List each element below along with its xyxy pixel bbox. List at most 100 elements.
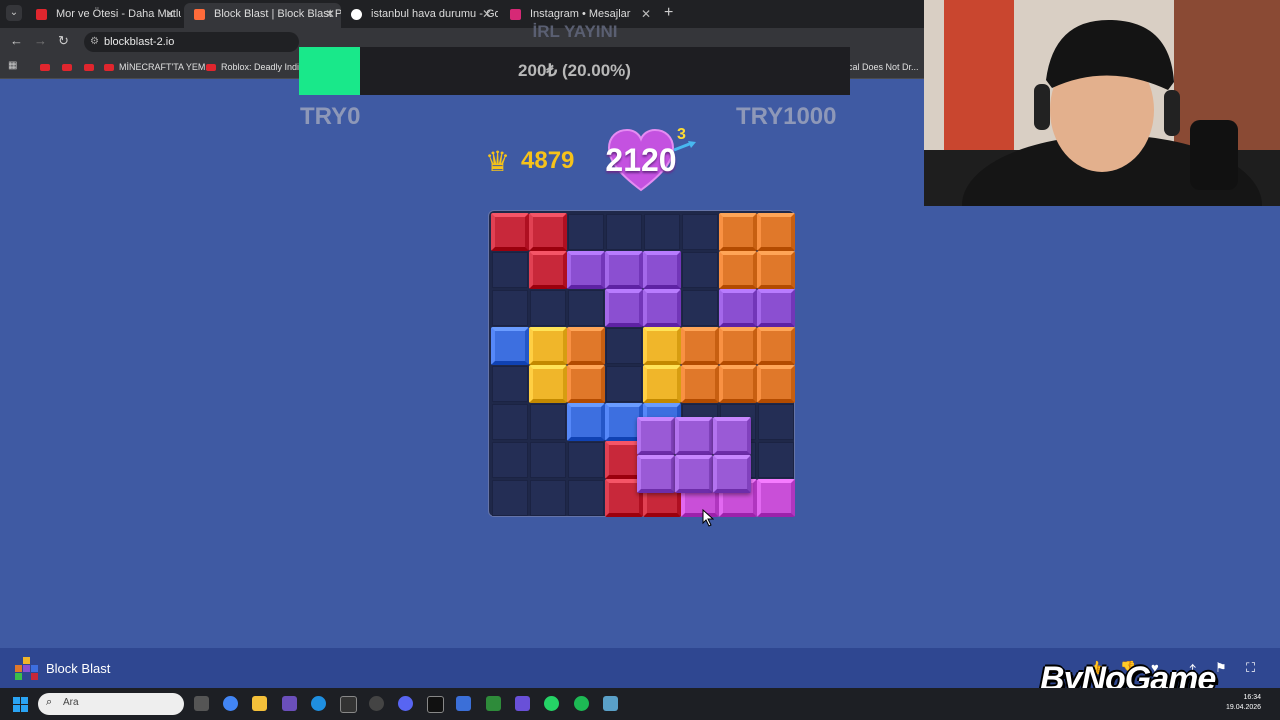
block-blast-logo-icon [15,657,38,680]
report-flag-icon[interactable]: ⚑ [1215,660,1227,676]
board-cell [492,252,528,288]
windows-start-icon[interactable] [13,697,28,712]
board-block [719,213,757,251]
youtube-icon [206,64,216,72]
spotify-icon[interactable] [574,696,589,711]
board-cell [682,252,718,288]
board-block [529,327,567,365]
dragging-piece-block [637,417,675,455]
board-block [757,251,795,289]
board-cell [530,442,566,478]
board-block [529,213,567,251]
board-cell [568,480,604,516]
fullscreen-icon[interactable]: ⛶ [1246,660,1255,676]
minecraft-icon[interactable] [486,696,501,711]
reload-icon[interactable]: ↻ [58,33,69,49]
game-board[interactable] [488,210,795,517]
bookmark-item[interactable] [40,59,55,75]
board-cell [492,442,528,478]
app-icon[interactable] [603,696,618,711]
bookmark-label: cal Does Not Dr... [848,62,919,72]
bookmark-item[interactable] [84,59,99,75]
board-cell [682,290,718,326]
webcam-image [924,0,1280,206]
google-icon [351,9,362,20]
board-block [567,327,605,365]
youtube-icon [40,64,50,72]
stream-heading: İRL YAYINI [532,22,618,41]
capcut-icon[interactable] [427,696,444,713]
board-block [567,365,605,403]
app-icon[interactable] [456,696,471,711]
close-tab-icon[interactable]: ✕ [165,3,175,25]
site-info-icon[interactable]: ⚙ [90,32,99,52]
tab-title: Instagram • Mesajlar [530,8,631,20]
new-tab-icon[interactable]: + [664,4,673,22]
board-block [567,251,605,289]
apps-grid-icon[interactable]: ▦ [8,61,18,71]
clock-time: 16:34 [1243,694,1262,701]
combo-count: 3 [677,126,686,143]
goal-max-label: TRY1000 [736,103,837,130]
chrome-icon[interactable] [223,696,238,711]
tab-youtube[interactable]: Mor ve Ötesi - Daha Mutlu Olan ✕ [26,3,181,25]
ea-icon[interactable] [515,696,530,711]
board-block [757,479,795,517]
board-block [491,327,529,365]
edge-icon[interactable] [311,696,326,711]
best-score: 4879 [521,147,575,174]
instagram-icon [510,9,521,20]
forward-icon[interactable]: → [34,33,47,48]
board-cell [758,404,794,440]
youtube-icon [36,9,47,20]
dragging-piece-block [675,417,713,455]
board-cell [492,366,528,402]
board-cell [568,290,604,326]
board-cell [492,404,528,440]
address-bar[interactable]: ⚙ blockblast-2.io [84,32,299,52]
board-cell [682,214,718,250]
block-blast-icon [194,9,205,20]
board-block [719,365,757,403]
obs-icon[interactable] [369,696,384,711]
back-icon[interactable]: ← [10,33,23,48]
clock-date: 19.04.2026 [1226,704,1262,711]
taskbar-search[interactable]: ⌕ Ara [38,693,184,715]
board-block [681,365,719,403]
tab-search-button[interactable]: ⌄ [6,5,22,21]
bookmark-label: MİNECRAFT'TA YEM... [119,62,213,72]
board-cell [568,214,604,250]
board-block [529,365,567,403]
webcam-feed [924,0,1280,206]
youtube-icon [104,64,114,72]
board-block [643,251,681,289]
board-block [757,213,795,251]
file-explorer-icon[interactable] [252,696,267,711]
board-block [719,327,757,365]
bookmark-item[interactable]: Roblox: Deadly Indi... [206,59,307,75]
board-block [757,327,795,365]
store-icon[interactable] [340,696,357,713]
board-block [605,289,643,327]
board-cell [758,442,794,478]
task-view-icon[interactable] [194,696,209,711]
dragging-piece-block [675,455,713,493]
board-cell [492,290,528,326]
game-title: Block Blast [46,661,111,676]
bookmark-item[interactable] [62,59,77,75]
board-cell [530,480,566,516]
tab-title: Block Blast | Block Blast Puzzle [214,8,341,20]
app-icon[interactable] [282,696,297,711]
bookmark-item[interactable]: MİNECRAFT'TA YEM... [104,59,213,75]
board-cell [530,290,566,326]
board-block [643,327,681,365]
system-clock[interactable]: 16:34 19.04.2026 [1226,693,1261,713]
whatsapp-icon[interactable] [544,696,559,711]
board-block [643,289,681,327]
board-cell [606,366,642,402]
bookmark-item[interactable]: cal Does Not Dr... [848,59,919,75]
board-cell [568,442,604,478]
search-placeholder: Ara [63,697,79,708]
discord-icon[interactable] [398,696,413,711]
board-cell [606,328,642,364]
